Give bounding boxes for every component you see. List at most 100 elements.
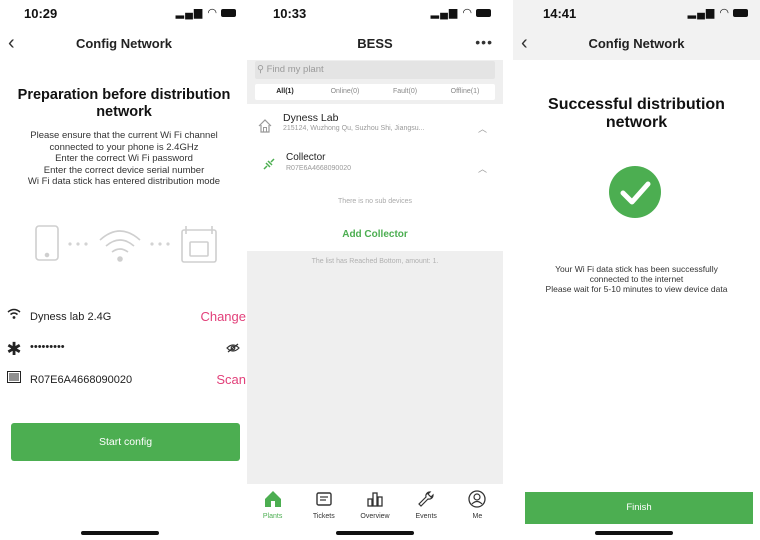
page-title: BESS (357, 36, 393, 51)
barcode-icon (6, 371, 22, 386)
home-icon (264, 491, 281, 507)
page-title: Config Network (75, 36, 173, 51)
nav-bar: BESS ••• (247, 30, 503, 58)
tab-overview[interactable]: Overview (349, 484, 400, 528)
wifi-signal-icon (99, 230, 141, 262)
instruction-line: connected to your phone is 2.4GHz (49, 141, 199, 153)
status-time: 10:33 (273, 6, 307, 21)
instruction-line: Please ensure that the current Wi Fi cha… (30, 130, 218, 141)
tab-online[interactable]: Online(0) (315, 84, 375, 100)
signal-icon: ▂▄▆ (687, 7, 716, 19)
battery-icon (221, 9, 236, 18)
wifi-status-icon: ◠ (462, 7, 473, 19)
tab-tickets[interactable]: Tickets (298, 484, 349, 528)
scan-link[interactable]: Scan (216, 372, 246, 387)
phone-icon (35, 225, 59, 261)
content-panel (513, 60, 760, 540)
tab-label: Events (415, 513, 437, 520)
prep-heading: Preparation before distribution network (17, 87, 231, 120)
search-placeholder: Find my plant (266, 64, 324, 75)
data-stick-icon (181, 226, 217, 263)
message-line: Please wait for 5-10 minutes to view dev… (545, 284, 728, 294)
back-button[interactable]: ‹ (8, 30, 15, 56)
bottom-tab-bar: Plants Tickets Overview Events Me (247, 484, 503, 528)
collector-item[interactable]: Collector R07E6A4668090020 ︿ (257, 152, 493, 182)
status-filter-tabs: All(1) Online(0) Fault(0) Offline(1) (255, 84, 495, 100)
status-icons: ▂▄▆ ◠ (431, 6, 491, 19)
page-title: Config Network (588, 36, 685, 51)
search-icon: ⚲ (257, 64, 264, 75)
chevron-up-icon[interactable]: ︿ (478, 162, 487, 175)
home-indicator (595, 531, 673, 535)
status-bar: 10:29 ▂▄▆ ◠ (0, 0, 248, 26)
serial-row: R07E6A4668090020 Scan (6, 371, 248, 391)
instruction-line: Wi Fi data stick has entered distributio… (27, 176, 221, 187)
message-line: connected to the internet (589, 274, 684, 284)
add-collector-button[interactable]: Add Collector (247, 229, 503, 240)
tab-fault[interactable]: Fault(0) (375, 84, 435, 100)
instruction-line: Enter the correct Wi Fi password (55, 153, 193, 164)
plant-address: 215124, Wuzhong Qu, Suzhou Shi, Jiangsu.… (283, 125, 425, 132)
back-button[interactable]: ‹ (521, 30, 528, 56)
plant-card: Dyness Lab 215124, Wuzhong Qu, Suzhou Sh… (247, 104, 503, 251)
collector-serial: R07E6A4668090020 (286, 165, 352, 172)
wrench-icon (418, 491, 434, 507)
user-icon (468, 490, 487, 508)
instruction-line: Enter the correct device serial number (43, 164, 205, 176)
tab-label: Plants (262, 513, 283, 520)
config-network-prep-screen: 10:29 ▂▄▆ ◠ ‹ Config Network Preparation… (0, 0, 248, 540)
signal-icon: ▂▄▆ (175, 7, 204, 19)
tab-label: Tickets (312, 513, 335, 520)
serial-number-field[interactable]: R07E6A4668090020 (30, 374, 132, 386)
tab-plants[interactable]: Plants (247, 484, 298, 528)
wifi-status-icon: ◠ (719, 7, 730, 19)
plant-search-input[interactable]: ⚲ Find my plant (255, 61, 495, 79)
wifi-icon (6, 308, 22, 323)
wifi-row: Dyness lab 2.4G Change (6, 308, 248, 328)
bess-plants-screen: 10:33 ▂▄▆ ◠ BESS ••• ⚲ Find my plant All… (247, 0, 503, 540)
finish-button[interactable]: Finish (525, 492, 753, 524)
plant-house-icon (258, 119, 272, 133)
tab-label: Overview (360, 513, 390, 520)
list-bottom-note: The list has Reached Bottom, amount: 1. (311, 258, 439, 265)
start-config-button[interactable]: Start config (11, 423, 240, 461)
phone-wifi-stick-illustration (35, 225, 217, 263)
screens: 10:29 ▂▄▆ ◠ ‹ Config Network Preparation… (0, 0, 760, 540)
tab-events[interactable]: Events (401, 484, 452, 528)
success-check-icon (609, 166, 661, 218)
status-icons: ▂▄▆ ◠ (688, 6, 748, 19)
password-row: ✱ ••••••••• (6, 340, 248, 360)
no-sub-devices-text: There is no sub devices (338, 198, 412, 205)
chart-icon (367, 492, 383, 507)
collector-name: Collector (286, 152, 326, 163)
tab-all[interactable]: All(1) (255, 84, 315, 100)
asterisk-icon: ✱ (6, 339, 22, 359)
plant-item[interactable]: Dyness Lab 215124, Wuzhong Qu, Suzhou Sh… (257, 112, 493, 142)
nav-bar: ‹ Config Network (513, 30, 760, 58)
ticket-icon (316, 492, 332, 506)
success-message: Your Wi Fi data stick has been successfu… (519, 264, 754, 294)
tab-offline[interactable]: Offline(1) (435, 84, 495, 100)
home-indicator (336, 531, 414, 535)
nav-bar: ‹ Config Network (0, 30, 248, 58)
chevron-up-icon[interactable]: ︿ (478, 122, 487, 135)
dots-right (150, 242, 170, 246)
wifi-ssid: Dyness lab 2.4G (30, 311, 112, 323)
password-field[interactable]: ••••••••• (30, 341, 65, 353)
wifi-status-icon: ◠ (207, 7, 218, 19)
change-wifi-link[interactable]: Change (200, 309, 246, 324)
dots-left (68, 242, 88, 246)
tab-label: Me (472, 513, 483, 520)
hide-password-icon[interactable] (226, 342, 240, 356)
tab-me[interactable]: Me (452, 484, 503, 528)
battery-icon (733, 9, 748, 18)
collector-plug-icon (263, 158, 275, 170)
signal-icon: ▂▄▆ (430, 7, 459, 19)
message-line: Your Wi Fi data stick has been successfu… (555, 264, 718, 274)
more-options-button[interactable]: ••• (475, 30, 493, 54)
plant-name: Dyness Lab (283, 112, 339, 124)
battery-icon (476, 9, 491, 18)
status-time: 14:41 (543, 6, 577, 21)
status-bar: 14:41 ▂▄▆ ◠ (513, 0, 760, 26)
home-indicator (81, 531, 159, 535)
